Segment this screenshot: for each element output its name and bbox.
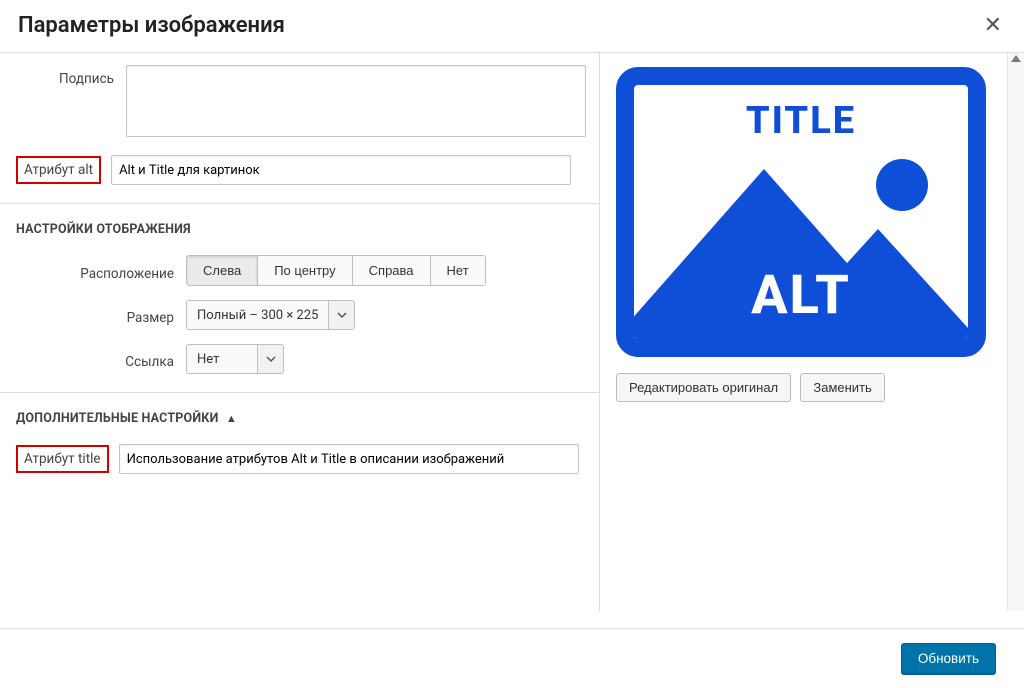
size-label: Размер	[16, 304, 186, 326]
caption-label: Подпись	[16, 65, 126, 87]
advanced-heading[interactable]: ДОПОЛНИТЕЛЬНЫЕ НАСТРОЙКИ ▲	[16, 411, 583, 426]
caption-input[interactable]	[126, 65, 586, 137]
alt-row: Атрибут alt	[16, 155, 583, 185]
chevron-down-icon	[328, 301, 354, 329]
link-label: Ссылка	[16, 348, 186, 370]
title-attr-input[interactable]	[119, 444, 579, 474]
caption-alt-section: Подпись Атрибут alt	[0, 53, 599, 204]
size-select-value: Полный – 300 × 225	[187, 301, 328, 329]
title-attr-row: Атрибут title	[16, 444, 583, 474]
display-settings-section: НАСТРОЙКИ ОТОБРАЖЕНИЯ Расположение Слева…	[0, 204, 599, 393]
replace-button[interactable]: Заменить	[800, 373, 884, 402]
modal-body: Подпись Атрибут alt НАСТРОЙКИ ОТОБРАЖЕНИ…	[0, 53, 1024, 611]
link-row: Ссылка Нет	[16, 344, 583, 374]
scrollbar[interactable]	[1007, 53, 1024, 611]
chevron-down-icon	[257, 345, 283, 373]
align-right-button[interactable]: Справа	[353, 256, 431, 285]
edit-original-button[interactable]: Редактировать оригинал	[616, 373, 791, 402]
advanced-section: ДОПОЛНИТЕЛЬНЫЕ НАСТРОЙКИ ▲ Атрибут title	[0, 393, 599, 492]
image-preview: TITLE ALT	[616, 67, 986, 357]
align-center-button[interactable]: По центру	[258, 256, 352, 285]
update-button[interactable]: Обновить	[901, 643, 996, 674]
close-icon: ✕	[984, 12, 1002, 37]
size-select[interactable]: Полный – 300 × 225	[186, 300, 355, 330]
alt-label: Атрибут alt	[16, 156, 101, 184]
caret-up-icon: ▲	[226, 412, 237, 425]
left-column: Подпись Атрибут alt НАСТРОЙКИ ОТОБРАЖЕНИ…	[0, 53, 600, 611]
image-details-modal: Параметры изображения ✕ Подпись Атрибут …	[0, 0, 1024, 688]
preview-alt-text: ALT	[751, 264, 851, 327]
align-left-button[interactable]: Слева	[187, 256, 258, 285]
link-select[interactable]: Нет	[186, 344, 284, 374]
modal-title: Параметры изображения	[18, 13, 285, 38]
title-attr-label: Атрибут title	[16, 445, 109, 473]
modal-header: Параметры изображения ✕	[0, 0, 1024, 53]
right-column: TITLE ALT Редактировать оригинал Заменит…	[600, 53, 1024, 611]
alt-input[interactable]	[111, 155, 571, 185]
preview-actions: Редактировать оригинал Заменить	[616, 373, 1008, 402]
size-row: Размер Полный – 300 × 225	[16, 300, 583, 330]
align-row: Расположение Слева По центру Справа Нет	[16, 255, 583, 286]
link-select-value: Нет	[187, 345, 257, 373]
display-settings-heading: НАСТРОЙКИ ОТОБРАЖЕНИЯ	[16, 222, 583, 237]
align-button-group: Слева По центру Справа Нет	[186, 255, 486, 286]
align-none-button[interactable]: Нет	[431, 256, 485, 285]
align-label: Расположение	[16, 260, 186, 282]
modal-footer: Обновить	[0, 628, 1024, 688]
close-button[interactable]: ✕	[980, 12, 1006, 38]
preview-title-text: TITLE	[746, 99, 856, 143]
caption-row: Подпись	[16, 65, 583, 141]
